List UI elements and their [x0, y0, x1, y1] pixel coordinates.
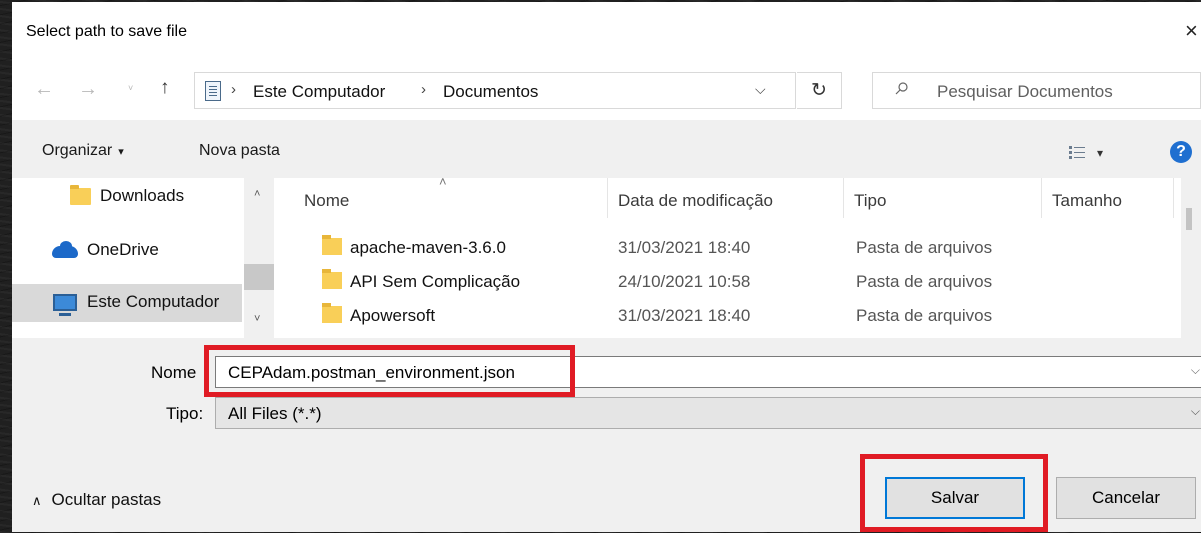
save-button-highlight-box: [860, 454, 1048, 532]
breadcrumb-separator-icon: ›: [231, 81, 236, 98]
dialog-title: Select path to save file: [26, 23, 187, 40]
sort-ascending-icon: ˄: [439, 174, 447, 189]
back-arrow-icon[interactable]: ←: [34, 78, 54, 101]
breadcrumb-este-computador[interactable]: Este Computador: [253, 82, 385, 102]
refresh-icon: ↻: [811, 80, 827, 101]
breadcrumb-separator-icon: ›: [421, 81, 426, 98]
filetype-label: Tipo:: [166, 404, 204, 423]
filetype-value: All Files (*.*): [228, 404, 322, 423]
new-folder-button[interactable]: Nova pasta: [199, 142, 280, 160]
address-dropdown-icon[interactable]: ⌵: [755, 81, 766, 98]
sidebar-scrollbar[interactable]: ˄ ˅: [244, 178, 274, 338]
recent-locations-icon[interactable]: ˅: [128, 83, 133, 93]
sidebar-item-label: Downloads: [100, 186, 185, 205]
filetype-select[interactable]: All Files (*.*) ⌵: [215, 397, 1201, 429]
column-label: Tipo: [854, 191, 887, 210]
file-name: Apowersoft: [350, 306, 436, 325]
table-row[interactable]: Apowersoft 31/03/2021 18:40 Pasta de arq…: [274, 298, 1201, 332]
forward-arrow-icon[interactable]: →: [78, 78, 98, 101]
search-input[interactable]: Pesquisar Documentos: [872, 72, 1201, 109]
file-list-scrollbar[interactable]: [1181, 178, 1201, 338]
scrollbar-thumb[interactable]: [1186, 208, 1192, 230]
file-date: 31/03/2021 18:40: [618, 306, 751, 325]
scroll-down-icon[interactable]: ˅: [254, 313, 260, 325]
refresh-button[interactable]: ↻: [797, 72, 842, 109]
address-bar[interactable]: › Este Computador › Documentos ⌵: [194, 72, 796, 109]
navigation-bar: ← → ˅ ↑ › Este Computador › Documentos ⌵…: [12, 62, 1201, 120]
table-row[interactable]: apache-maven-3.6.0 31/03/2021 18:40 Past…: [274, 230, 1201, 264]
column-header-type[interactable]: Tipo: [844, 178, 1042, 218]
hide-folders-label: Ocultar pastas: [51, 490, 162, 509]
navigation-pane: Downloads OneDrive Este Computador ˄ ˅: [12, 178, 274, 338]
folder-icon: [322, 235, 342, 255]
folder-icon: [322, 269, 342, 289]
filename-highlight-box: [204, 345, 575, 397]
hide-folders-toggle[interactable]: ∧ Ocultar pastas: [32, 490, 161, 510]
sidebar-item-label: Este Computador: [87, 292, 220, 311]
sidebar-item-label: OneDrive: [87, 240, 159, 259]
cancel-button[interactable]: Cancelar: [1056, 477, 1196, 519]
table-row[interactable]: API Sem Complicação 24/10/2021 10:58 Pas…: [274, 264, 1201, 298]
file-type: Pasta de arquivos: [856, 238, 993, 257]
file-type: Pasta de arquivos: [856, 272, 993, 291]
sidebar-item-downloads[interactable]: Downloads: [12, 178, 242, 216]
file-type: Pasta de arquivos: [856, 306, 993, 325]
command-toolbar: Organizar ▾ Nova pasta ▾ ?: [12, 120, 1201, 178]
file-list: Nome ˄ Data de modificação Tipo Tamanho …: [274, 174, 1201, 338]
sidebar-item-onedrive[interactable]: OneDrive: [12, 232, 242, 270]
browser-content: Downloads OneDrive Este Computador ˄ ˅ N…: [12, 174, 1201, 338]
column-label: Tamanho: [1052, 191, 1122, 210]
title-bar: Select path to save file ×: [12, 2, 1201, 62]
sidebar-item-este-computador[interactable]: Este Computador: [12, 284, 242, 322]
chevron-down-icon[interactable]: ⌵: [1191, 363, 1200, 378]
view-dropdown-icon[interactable]: ▾: [1097, 146, 1103, 160]
file-name: API Sem Complicação: [350, 272, 521, 291]
chevron-up-icon: ∧: [32, 493, 42, 508]
search-icon: [895, 82, 908, 95]
close-icon[interactable]: ×: [1185, 16, 1201, 46]
chevron-down-icon: ⌵: [1190, 404, 1200, 418]
column-header-name[interactable]: Nome ˄: [294, 174, 608, 218]
filename-row: Nome CEPAdam.postman_environment.json ⌵: [12, 356, 1201, 390]
file-date: 24/10/2021 10:58: [618, 272, 751, 291]
filetype-row: Tipo: All Files (*.*) ⌵: [12, 397, 1201, 431]
organize-label: Organizar: [42, 142, 113, 159]
folder-icon: [70, 185, 91, 205]
up-arrow-icon[interactable]: ↑: [160, 77, 170, 99]
file-name: apache-maven-3.6.0: [350, 238, 506, 257]
search-placeholder: Pesquisar Documentos: [937, 82, 1113, 101]
save-file-dialog: Select path to save file × ← → ˅ ↑ › Est…: [12, 2, 1201, 532]
documents-location-icon: [205, 81, 221, 101]
column-header-size[interactable]: Tamanho: [1042, 178, 1174, 218]
file-date: 31/03/2021 18:40: [618, 238, 751, 257]
scroll-up-icon[interactable]: ˄: [254, 188, 260, 200]
folder-icon: [322, 303, 342, 323]
view-options-icon[interactable]: [1069, 145, 1085, 159]
help-icon[interactable]: ?: [1170, 141, 1192, 163]
filename-label: Nome: [151, 363, 197, 382]
scrollbar-thumb[interactable]: [244, 264, 274, 290]
column-label: Nome: [304, 191, 350, 210]
computer-icon: [53, 294, 77, 316]
chevron-down-icon: ▾: [118, 146, 124, 158]
onedrive-icon: [52, 241, 78, 258]
column-label: Data de modificação: [618, 191, 773, 210]
organize-menu-button[interactable]: Organizar ▾: [42, 142, 124, 160]
breadcrumb-documentos[interactable]: Documentos: [443, 82, 538, 102]
column-header-date[interactable]: Data de modificação: [608, 178, 844, 218]
